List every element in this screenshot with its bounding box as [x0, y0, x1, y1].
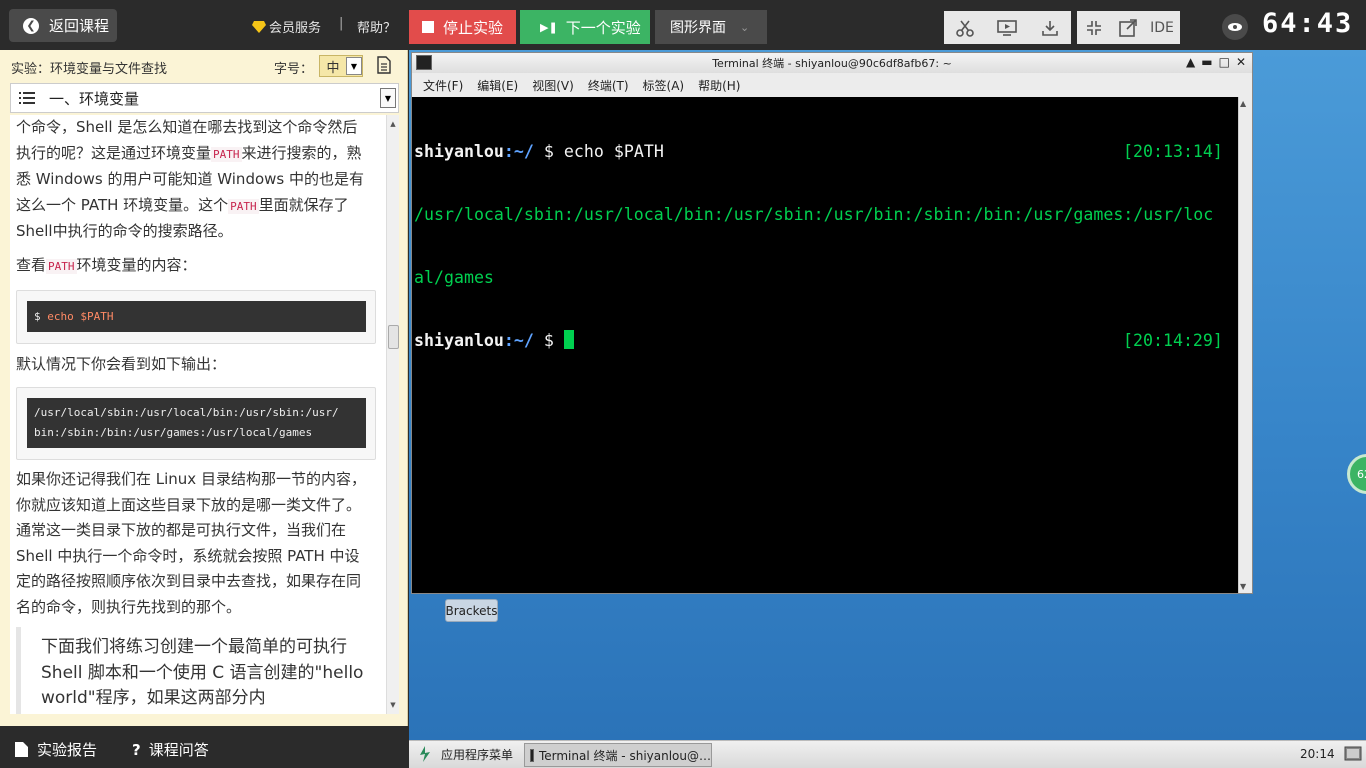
font-size-label: 字号：	[274, 62, 314, 77]
chevron-down-icon: ▼	[380, 88, 396, 108]
paragraph-4: 如果你还记得我们在 Linux 目录结构那一节的内容，你就应该知道上面这些目录下…	[16, 470, 366, 616]
paragraph-2: 查看 PATH 环境变量的内容：	[16, 256, 197, 274]
inline-code: PATH	[46, 259, 77, 274]
course-qa-button[interactable]: ? 课程问答	[132, 739, 209, 760]
terminal-window[interactable]: Terminal 终端 - shiyanlou@90c6df8afb67: ~ …	[411, 52, 1253, 594]
terminal-line: al/games	[414, 268, 494, 287]
download-icon[interactable]	[1036, 14, 1064, 42]
next-experiment-button[interactable]: ▶❚ 下一个实验	[520, 10, 650, 44]
terminal-menubar: 文件(F) 编辑(E) 视图(V) 终端(T) 标签(A) 帮助(H)	[412, 73, 1252, 97]
brackets-desktop-icon[interactable]: Brackets	[445, 599, 498, 622]
floating-assistant-button[interactable]: 62	[1347, 454, 1366, 494]
content-scrollbar[interactable]: ▲ ▼	[386, 115, 399, 714]
instruction-panel: 实验：环境变量与文件查找 字号： 中 ▼ 一、环境变量 ▼ 个命令，Shell …	[0, 50, 408, 726]
chevron-down-icon: ▼	[346, 57, 362, 75]
scroll-up-icon[interactable]: ▲	[1240, 99, 1246, 108]
minimize-icon[interactable]: ▬	[1201, 55, 1212, 69]
stop-label: 停止实验	[443, 18, 504, 37]
taskbar: 应用程序菜单 Terminal 终端 - shiyanlou@… 20:14	[409, 740, 1366, 768]
lesson-content[interactable]: 个命令，Shell 是怎么知道在哪去找到这个命令然后执行的呢？这是通过环境变量 P…	[10, 115, 399, 714]
inline-code: PATH	[228, 198, 259, 214]
terminal-output[interactable]: shiyanlou:~/ $ echo $PATH [20:13:14] /usr…	[414, 99, 1237, 591]
paragraph-3: 默认情况下你会看到如下输出：	[16, 355, 227, 373]
terminal-line: shiyanlou:~/ $ echo $PATH [20:13:14]	[414, 142, 1223, 161]
skip-next-icon: ▶❚	[540, 20, 558, 34]
terminal-title: Terminal 终端 - shiyanlou@90c6df8afb67: ~	[712, 57, 952, 70]
taskbar-terminal-item[interactable]: Terminal 终端 - shiyanlou@…	[524, 743, 712, 767]
window-controls: ▲ ▬ □ ✕	[1186, 55, 1246, 69]
scroll-up-icon[interactable]: ▲	[387, 117, 399, 131]
terminal-icon	[416, 55, 432, 70]
external-link-icon[interactable]	[1111, 14, 1145, 42]
code-block-1: $ echo $PATH	[16, 290, 376, 344]
shade-icon[interactable]: ▲	[1186, 55, 1195, 69]
gui-mode-dropdown[interactable]: 图形界面 ⌄	[655, 10, 767, 44]
terminal-icon	[530, 748, 534, 762]
list-icon	[19, 92, 35, 104]
stop-icon	[422, 21, 434, 33]
back-to-course-button[interactable]: ❮ 返回课程	[9, 9, 117, 42]
member-service-link[interactable]: 会员服务	[252, 17, 321, 36]
menu-terminal[interactable]: 终端(T)	[588, 77, 629, 94]
document-icon[interactable]	[376, 56, 392, 78]
ide-button[interactable]: IDE	[1145, 14, 1179, 42]
menu-tabs[interactable]: 标签(A)	[643, 77, 685, 94]
inline-code: PATH	[211, 146, 242, 162]
scroll-down-icon[interactable]: ▼	[387, 698, 399, 712]
chevron-down-icon: ⌄	[740, 20, 750, 34]
menu-edit[interactable]: 编辑(E)	[477, 77, 518, 94]
menu-file[interactable]: 文件(F)	[423, 77, 463, 94]
scissors-icon[interactable]	[951, 14, 979, 42]
countdown-timer: 64:43	[1262, 8, 1354, 39]
tool-group-2: IDE	[1077, 11, 1180, 44]
applications-menu[interactable]: 应用程序菜单	[417, 745, 513, 763]
diamond-icon	[252, 20, 266, 33]
font-size-value: 中	[326, 60, 340, 76]
member-label: 会员服务	[269, 21, 322, 36]
terminal-cursor	[563, 330, 574, 349]
code-content: $ echo $PATH	[27, 301, 366, 332]
back-label: 返回课程	[49, 17, 110, 35]
separator: |	[339, 16, 344, 31]
paragraph-1: 个命令，Shell 是怎么知道在哪去找到这个命令然后执行的呢？这是通过环境变量 P…	[16, 118, 364, 240]
maximize-icon[interactable]: □	[1219, 55, 1230, 69]
terminal-line: shiyanlou:~/ $ [20:14:29]	[414, 330, 1223, 350]
terminal-titlebar[interactable]: Terminal 终端 - shiyanlou@90c6df8afb67: ~ …	[412, 53, 1252, 73]
scroll-thumb[interactable]	[388, 325, 399, 349]
font-size-select[interactable]: 中 ▼	[319, 55, 363, 77]
arrow-left-icon: ❮	[23, 17, 39, 34]
close-icon[interactable]: ✕	[1236, 55, 1246, 69]
experiment-report-button[interactable]: 实验报告	[15, 739, 97, 760]
help-link[interactable]: 帮助？	[357, 17, 396, 36]
toc-dropdown[interactable]: 一、环境变量 ▼	[10, 83, 399, 113]
terminal-scrollbar[interactable]: ▲ ▼	[1238, 97, 1252, 593]
scroll-down-icon[interactable]: ▼	[1240, 582, 1246, 591]
next-label: 下一个实验	[565, 18, 641, 37]
show-desktop-icon[interactable]	[1343, 744, 1363, 764]
code-content: /usr/local/sbin:/usr/local/bin:/usr/sbin…	[27, 398, 366, 448]
compress-icon[interactable]	[1077, 14, 1111, 42]
menu-view[interactable]: 视图(V)	[532, 77, 574, 94]
top-bar: ❮ 返回课程 会员服务 | 帮助？ 停止实验 ▶❚ 下一个实验 图形界面 ⌄ I…	[0, 0, 1366, 50]
tool-group	[944, 11, 1071, 44]
stop-experiment-button[interactable]: 停止实验	[409, 10, 516, 44]
eye-icon[interactable]	[1222, 14, 1248, 40]
screen-share-icon[interactable]	[993, 14, 1021, 42]
panel-footer: 实验报告 ? 课程问答	[0, 726, 409, 768]
terminal-line: /usr/local/sbin:/usr/local/bin:/usr/sbin…	[414, 205, 1214, 224]
blockquote: 下面我们将练习创建一个最简单的可执行 Shell 脚本和一个使用 C 语言创建的…	[16, 627, 372, 714]
gui-label: 图形界面	[670, 20, 726, 36]
experiment-title: 实验：环境变量与文件查找	[11, 62, 168, 77]
toc-title: 一、环境变量	[49, 89, 140, 108]
code-block-2: /usr/local/sbin:/usr/local/bin:/usr/sbin…	[16, 387, 376, 460]
clock: 20:14	[1300, 747, 1335, 761]
question-icon: ?	[132, 740, 141, 759]
xfce-logo-icon	[420, 746, 430, 762]
document-icon	[15, 742, 28, 757]
remote-desktop[interactable]: Terminal 终端 - shiyanlou@90c6df8afb67: ~ …	[409, 50, 1366, 740]
menu-help[interactable]: 帮助(H)	[698, 77, 740, 94]
